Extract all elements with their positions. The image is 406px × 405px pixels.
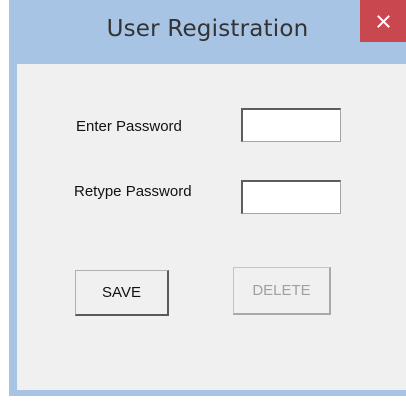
form-area: Enter Password Retype Password SAVE DELE… xyxy=(17,64,406,390)
delete-button[interactable]: DELETE xyxy=(233,267,331,315)
save-button[interactable]: SAVE xyxy=(75,270,169,316)
enter-password-field[interactable] xyxy=(241,108,341,142)
enter-password-label: Enter Password xyxy=(76,118,182,135)
retype-password-label: Retype Password xyxy=(74,183,192,200)
title-bar[interactable]: User Registration xyxy=(9,0,406,64)
registration-window: User Registration Enter Password Retype … xyxy=(9,0,406,396)
close-button[interactable] xyxy=(360,0,406,42)
close-icon xyxy=(376,14,390,28)
retype-password-field[interactable] xyxy=(241,180,341,214)
window-title: User Registration xyxy=(106,16,309,42)
